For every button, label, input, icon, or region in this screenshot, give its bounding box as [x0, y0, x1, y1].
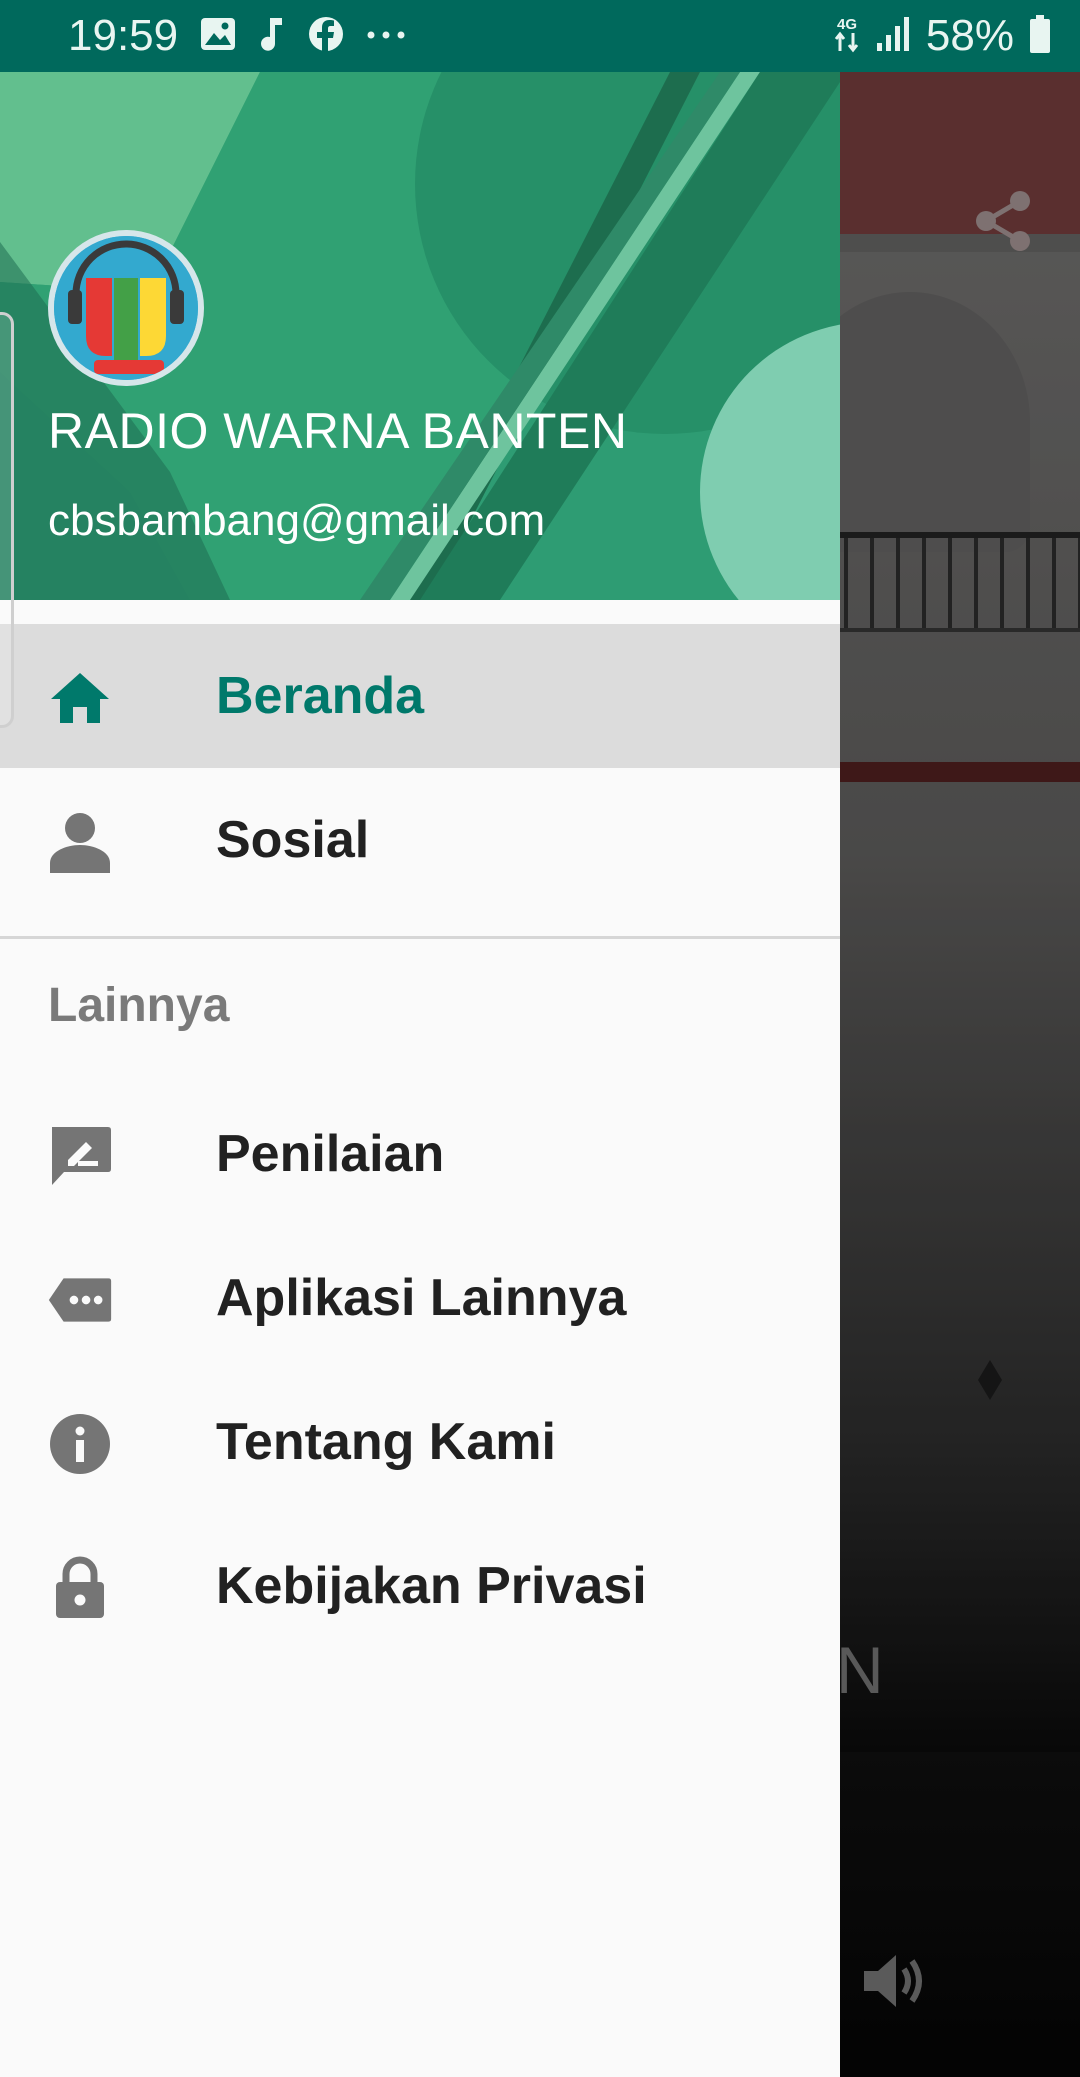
drawer-header: RADIO WARNA BANTEN cbsbambang@gmail.com [0, 72, 840, 600]
nav-item-penilaian[interactable]: Penilaian [0, 1082, 840, 1226]
notification-icons [200, 14, 406, 58]
more-dots-icon [366, 27, 406, 45]
nav-item-aplikasi-lainnya[interactable]: Aplikasi Lainnya [0, 1226, 840, 1370]
status-right-group: 4G 58% [832, 10, 1052, 62]
station-logo [54, 236, 198, 380]
section-header-lainnya: Lainnya [48, 979, 230, 1032]
image-icon [200, 17, 236, 56]
nav-label-sosial: Sosial [216, 811, 370, 869]
station-logo-avatar [48, 230, 204, 386]
nav-label-aplikasi-lainnya: Aplikasi Lainnya [216, 1269, 627, 1327]
nav-item-kebijakan-privasi[interactable]: Kebijakan Privasi [0, 1514, 840, 1658]
nav-label-penilaian: Penilaian [216, 1125, 445, 1183]
battery-icon [1028, 14, 1052, 59]
nav-label-tentang-kami: Tentang Kami [216, 1413, 556, 1471]
station-name: RADIO WARNA BANTEN [48, 403, 628, 459]
signal-icon [876, 16, 912, 57]
edge-drag-handle[interactable] [0, 312, 14, 728]
nav-item-sosial[interactable]: Sosial [0, 768, 840, 912]
more-apps-icon [48, 1268, 112, 1332]
status-time: 19:59 [68, 11, 179, 60]
drawer-divider [0, 936, 840, 939]
nav-item-tentang-kami[interactable]: Tentang Kami [0, 1370, 840, 1514]
info-icon [48, 1412, 112, 1476]
battery-percent: 58% [925, 11, 1014, 60]
navigation-drawer: RADIO WARNA BANTEN cbsbambang@gmail.com … [0, 72, 840, 2077]
nav-label-kebijakan-privasi: Kebijakan Privasi [216, 1557, 647, 1615]
account-email: cbsbambang@gmail.com [48, 496, 546, 545]
home-icon [48, 666, 112, 730]
person-icon [48, 810, 112, 874]
network-4g-icon: 4G [832, 14, 862, 59]
status-bar: 19:59 4G 58% [0, 0, 1080, 72]
rate-review-icon [48, 1124, 112, 1188]
music-note-icon [258, 16, 286, 57]
nav-label-beranda: Beranda [216, 667, 425, 725]
lock-icon [48, 1556, 112, 1620]
facebook-icon [308, 16, 344, 57]
nav-item-beranda[interactable]: Beranda [0, 624, 840, 768]
svg-text:4G: 4G [837, 16, 857, 33]
